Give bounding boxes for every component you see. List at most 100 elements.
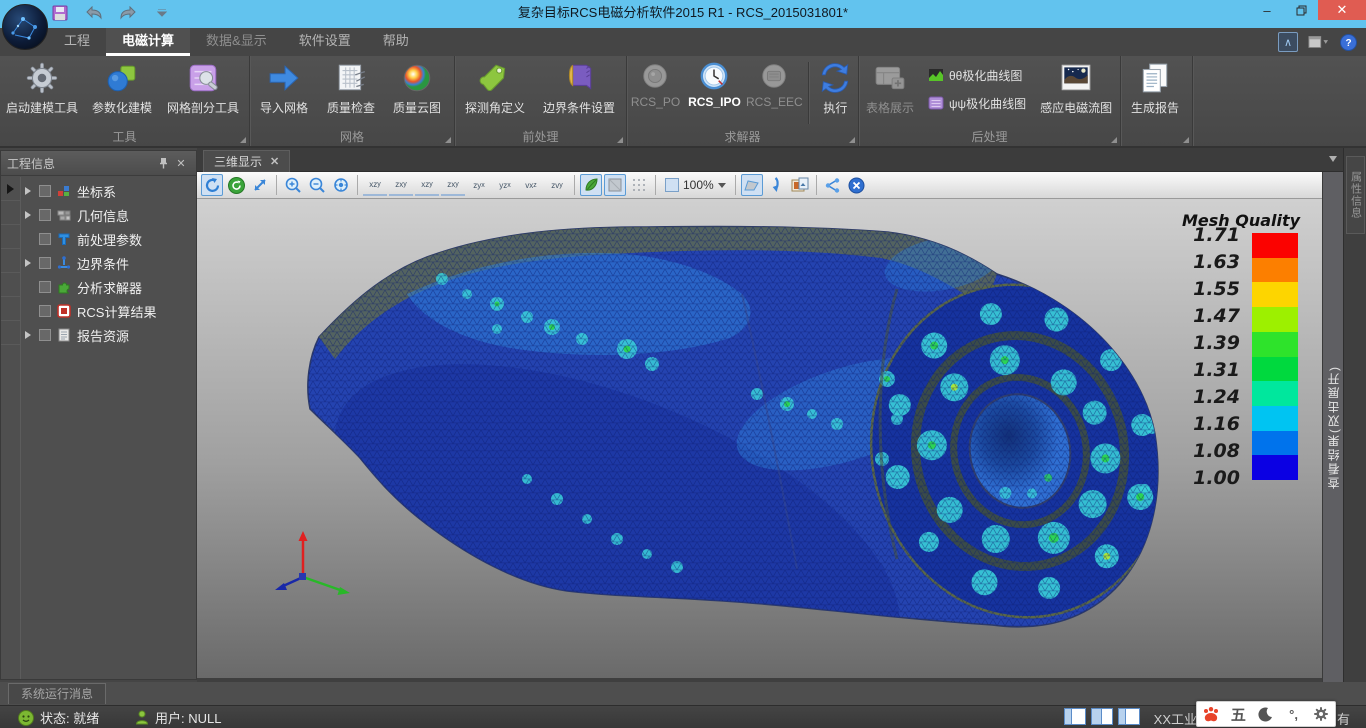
ime-paw-button[interactable]	[1199, 702, 1223, 726]
boundary-settings-button[interactable]: 边界条件设置	[535, 58, 623, 128]
layout-split-panel-button[interactable]	[1091, 708, 1113, 725]
expander-icon[interactable]	[25, 259, 31, 267]
checkbox[interactable]	[39, 329, 51, 341]
induced-current-map-button[interactable]: 感应电磁流图	[1033, 58, 1119, 128]
tab-help[interactable]: 帮助	[367, 28, 425, 56]
quality-contour-button[interactable]: 质量云图	[384, 58, 450, 128]
tree-item-coordinate-system[interactable]: 坐标系	[22, 179, 196, 203]
region-select-button[interactable]	[741, 174, 763, 196]
view-orientation-button[interactable]: zxy	[389, 174, 413, 196]
checkbox[interactable]	[39, 305, 51, 317]
system-messages-tab[interactable]: 系统运行消息	[8, 683, 106, 704]
zoom-fit-button[interactable]	[330, 174, 352, 196]
checkbox[interactable]	[39, 209, 51, 221]
ime-wubi-button[interactable]: 五	[1226, 702, 1250, 726]
help-button[interactable]: ?	[1338, 32, 1358, 52]
group-expand-corner[interactable]	[1183, 137, 1189, 143]
execute-button[interactable]: 执行	[813, 58, 858, 128]
close-button[interactable]: ✕	[1318, 0, 1366, 20]
tree-item-geometry-info[interactable]: 几何信息	[22, 203, 196, 227]
parametric-modeling-button[interactable]: 参数化建模	[84, 58, 160, 128]
meshing-tool-button[interactable]: 网格剖分工具	[160, 58, 246, 128]
toolbar-separator	[816, 175, 817, 195]
mesh-model	[290, 227, 1199, 682]
view-orientation-button[interactable]: zxy	[441, 174, 465, 196]
tab-project[interactable]: 工程	[48, 28, 106, 56]
checkbox[interactable]	[39, 185, 51, 197]
close-panel-button[interactable]: ✕	[172, 154, 190, 172]
tree-item-boundary-conditions[interactable]: 边界条件	[22, 251, 196, 275]
curve-buttons-stack: θθ极化曲线图 ψψ极化曲线图	[921, 58, 1033, 114]
view-orientation-button[interactable]: zvy	[545, 174, 569, 196]
solver-rcs-ipo-button[interactable]: RCS_IPO	[684, 58, 745, 128]
results-dock-tab[interactable]: 查看结果(双击展开)	[1322, 172, 1343, 682]
pan-zoom-button[interactable]	[249, 174, 271, 196]
share-view-button[interactable]	[822, 174, 844, 196]
launch-modeler-button[interactable]: 启动建模工具	[0, 58, 84, 128]
ime-mode-button[interactable]	[1254, 702, 1278, 726]
flat-mode-button[interactable]	[604, 174, 626, 196]
3d-canvas[interactable]: Mesh Quality 1.71 1.63 1.55 1.47 1.39 1.…	[197, 199, 1322, 682]
pin-button[interactable]	[154, 154, 172, 172]
wireframe-mode-button[interactable]	[628, 174, 650, 196]
psi-curve-button[interactable]: ψψ极化曲线图	[925, 92, 1029, 114]
layout-bottom-panel-button[interactable]	[1118, 708, 1140, 725]
view-orientation-button[interactable]: xzy	[363, 174, 387, 196]
expander-icon[interactable]	[25, 211, 31, 219]
shaded-mode-button[interactable]	[580, 174, 602, 196]
orbit-rotate-button[interactable]	[201, 174, 223, 196]
snapshot-button[interactable]	[789, 174, 811, 196]
property-panel-tab[interactable]: 属性信息	[1346, 156, 1365, 234]
group-expand-corner[interactable]	[445, 137, 451, 143]
tab-em-computation[interactable]: 电磁计算	[106, 28, 190, 56]
expander-icon[interactable]	[25, 331, 31, 339]
view-orientation-button[interactable]: xzy	[415, 174, 439, 196]
collapse-ribbon-button[interactable]: ∧	[1278, 32, 1298, 52]
view-orientation-button[interactable]: yzx	[493, 174, 517, 196]
drop-view-button[interactable]	[765, 174, 787, 196]
refresh-view-button[interactable]	[225, 174, 247, 196]
ime-punctuation-button[interactable]: °,	[1282, 702, 1306, 726]
table-display-button[interactable]: 表格展示	[859, 58, 921, 128]
tree-item-preprocess-params[interactable]: 前处理参数	[22, 227, 196, 251]
view-orientation-button[interactable]: vxz	[519, 174, 543, 196]
tree-item-analysis-solver[interactable]: 分析求解器	[22, 275, 196, 299]
group-expand-corner[interactable]	[240, 137, 246, 143]
stop-button[interactable]	[846, 174, 868, 196]
view-orientation-button[interactable]: zyx	[467, 174, 491, 196]
restore-button[interactable]	[1284, 0, 1318, 20]
tree-item-rcs-results[interactable]: RCS计算结果	[22, 299, 196, 323]
solver-rcs-po-button[interactable]: RCS_PO	[627, 58, 684, 128]
tree-item-report-resources[interactable]: 报告资源	[22, 323, 196, 347]
ime-settings-button[interactable]	[1309, 702, 1333, 726]
group-expand-corner[interactable]	[849, 137, 855, 143]
tab-close-icon[interactable]: ✕	[270, 155, 279, 168]
expander-icon[interactable]	[25, 187, 31, 195]
checkbox[interactable]	[39, 281, 51, 293]
tab-list-dropdown[interactable]	[1329, 156, 1337, 162]
project-info-panel: 工程信息 ✕ 坐标系	[0, 150, 197, 680]
checkbox[interactable]	[39, 233, 51, 245]
minimize-button[interactable]: –	[1250, 0, 1284, 20]
tab-settings[interactable]: 软件设置	[283, 28, 367, 56]
solver-rcs-eec-button[interactable]: RCS_EEC	[745, 58, 804, 128]
layout-left-panel-button[interactable]	[1064, 708, 1086, 725]
ribbon-group-label: 求解器	[627, 129, 858, 146]
tab-data-display[interactable]: 数据&显示	[190, 28, 283, 56]
group-expand-corner[interactable]	[1111, 137, 1117, 143]
checkbox[interactable]	[39, 257, 51, 269]
theta-curve-button[interactable]: θθ极化曲线图	[925, 64, 1029, 86]
probe-angle-button[interactable]: 探测角定义	[455, 58, 535, 128]
legend: Mesh Quality 1.71 1.63 1.55 1.47 1.39 1.…	[1182, 211, 1310, 485]
status-bar: 状态: 就绪 用户: NULL XX工业 有 五 °,	[0, 705, 1366, 728]
tab-3d-display[interactable]: 三维显示 ✕	[203, 150, 290, 172]
zoom-in-button[interactable]	[282, 174, 304, 196]
legend-value: 1.71	[1193, 226, 1240, 245]
group-expand-corner[interactable]	[617, 137, 623, 143]
zoom-out-button[interactable]	[306, 174, 328, 196]
generate-report-button[interactable]: 生成报告	[1121, 58, 1189, 128]
theme-button[interactable]	[1308, 32, 1328, 52]
import-mesh-button[interactable]: 导入网格	[250, 58, 318, 128]
quality-check-button[interactable]: 质量检查	[318, 58, 384, 128]
zoom-level-select[interactable]: 100%	[661, 174, 730, 196]
